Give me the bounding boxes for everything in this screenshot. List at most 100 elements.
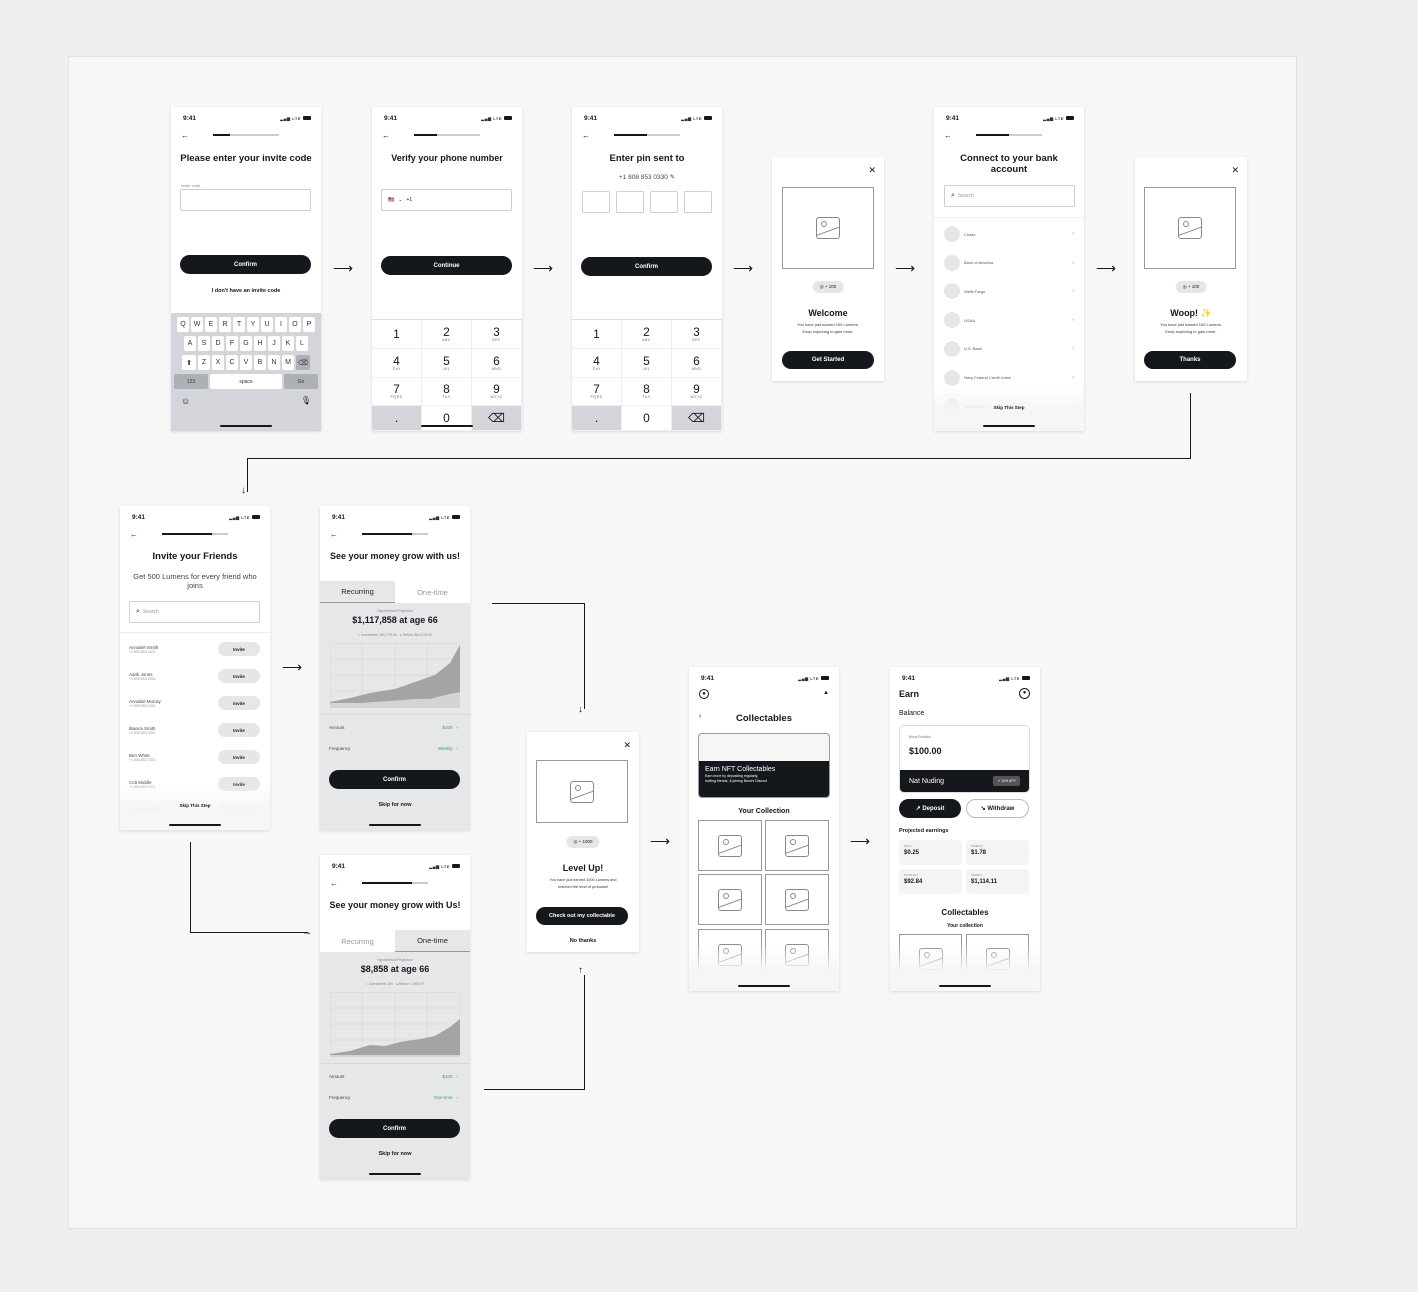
shift-key[interactable]: ⬆	[182, 355, 196, 370]
tab-one-time[interactable]: One-time	[395, 930, 470, 952]
numpad-key[interactable]: 9 WXYZ	[472, 377, 522, 407]
close-icon[interactable]: ✕	[1231, 165, 1239, 176]
numpad-key[interactable]: 8 TUV	[422, 377, 472, 407]
numpad-key[interactable]: 2 ABC	[622, 320, 672, 349]
collectable-item[interactable]	[765, 874, 829, 925]
numpad-key[interactable]: 6 MNO	[672, 348, 722, 378]
numpad-key[interactable]: 9 WXYZ	[672, 377, 722, 407]
invite-button[interactable]: Invite	[218, 750, 260, 764]
bank-list-item[interactable]: U.S. Bank ›	[944, 340, 1074, 358]
key[interactable]: K	[282, 336, 294, 351]
thanks-button[interactable]: Thanks	[1144, 351, 1236, 369]
key[interactable]: L	[296, 336, 308, 351]
frequency-row[interactable]: Frequency Weekly ›	[329, 746, 458, 751]
key[interactable]: T	[233, 317, 245, 332]
key[interactable]: I	[275, 317, 287, 332]
back-arrow-icon[interactable]: ←	[130, 530, 138, 539]
key[interactable]: A	[184, 336, 196, 351]
key[interactable]: V	[240, 355, 252, 370]
key[interactable]: X	[212, 355, 224, 370]
key[interactable]: M	[282, 355, 294, 370]
invite-button[interactable]: Invite	[218, 723, 260, 737]
key[interactable]: S	[198, 336, 210, 351]
emoji-icon[interactable]: ☺	[181, 396, 190, 406]
key[interactable]: B	[254, 355, 266, 370]
key[interactable]: Z	[198, 355, 210, 370]
continue-button[interactable]: Continue	[381, 256, 512, 275]
key-123[interactable]: 123	[174, 374, 208, 389]
amount-row[interactable]: Amount $100 ›	[329, 1074, 458, 1079]
numpad-key[interactable]: 4 GHI	[572, 348, 622, 378]
tab-recurring[interactable]: Recurring	[320, 930, 395, 952]
tab-one-time[interactable]: One-time	[395, 581, 470, 603]
close-icon[interactable]: ✕	[623, 740, 631, 751]
get-started-button[interactable]: Get Started	[782, 351, 874, 369]
key[interactable]: W	[191, 317, 203, 332]
collectable-item[interactable]	[698, 874, 762, 925]
friend-search-input[interactable]: ⌕ Search	[129, 601, 260, 623]
no-invite-code-link[interactable]: I don't have an invite code	[171, 288, 321, 294]
numpad-key[interactable]: 3 DEF	[472, 320, 522, 349]
key[interactable]: O	[289, 317, 301, 332]
numpad-key[interactable]: 8 TUV	[622, 377, 672, 407]
microphone-icon[interactable]: 🎙	[301, 396, 311, 406]
profile-avatar-icon[interactable]: ●	[699, 689, 709, 699]
pin-digit-input[interactable]	[616, 191, 644, 213]
key[interactable]: G	[240, 336, 252, 351]
invite-code-input[interactable]	[180, 189, 311, 211]
confirm-button[interactable]: Confirm	[180, 255, 311, 274]
key[interactable]: C	[226, 355, 238, 370]
confirm-button[interactable]: Confirm	[581, 257, 712, 276]
key[interactable]: U	[261, 317, 273, 332]
key[interactable]: H	[254, 336, 266, 351]
invite-button[interactable]: Invite	[218, 642, 260, 656]
space-key[interactable]: space	[210, 374, 282, 389]
pin-digit-input[interactable]	[650, 191, 678, 213]
profile-avatar-icon[interactable]: ●	[1019, 688, 1030, 699]
bank-list-item[interactable]: USAA ›	[944, 311, 1074, 329]
withdraw-button[interactable]: ↘ Withdraw	[966, 799, 1029, 818]
key[interactable]: F	[226, 336, 238, 351]
back-arrow-icon[interactable]: ←	[181, 131, 189, 140]
skip-for-now-link[interactable]: Skip for now	[320, 802, 470, 808]
numpad-key[interactable]: 5 JKL	[622, 348, 672, 378]
numpad-key[interactable]: 4 GHI	[372, 348, 422, 378]
amount-row[interactable]: Amount $100 ›	[329, 725, 458, 730]
bank-list-item[interactable]: Wells Fargo›	[944, 282, 1074, 300]
invite-button[interactable]: Invite	[218, 669, 260, 683]
numpad-key[interactable]: .	[572, 406, 622, 431]
confirm-button[interactable]: Confirm	[329, 770, 460, 789]
numpad-key[interactable]: 0	[622, 406, 672, 431]
nft-banner[interactable]: Earn NFT Collectables Earn more by depos…	[698, 733, 830, 798]
phone-number-input[interactable]: 🇺🇸 ⌄ +1	[381, 189, 512, 211]
confirm-button[interactable]: Confirm	[329, 1119, 460, 1138]
edit-pencil-icon[interactable]: ✎	[670, 174, 675, 181]
back-arrow-icon[interactable]: ←	[944, 131, 952, 140]
skip-step-link[interactable]: Skip This Step	[120, 803, 270, 808]
invite-button[interactable]: Invite	[218, 696, 260, 710]
tab-recurring[interactable]: Recurring	[320, 581, 395, 603]
backspace-key[interactable]: ⌫	[472, 406, 522, 431]
delete-key[interactable]: ⌫	[296, 355, 310, 370]
key[interactable]: R	[219, 317, 231, 332]
flag-icon[interactable]: 🇺🇸	[388, 197, 394, 203]
numpad-key[interactable]: 7 PQRS	[572, 377, 622, 407]
close-icon[interactable]: ✕	[868, 165, 876, 176]
chevron-down-icon[interactable]: ⌄	[398, 197, 402, 203]
key[interactable]: J	[268, 336, 280, 351]
deposit-button[interactable]: ↗ Deposit	[899, 799, 961, 818]
notification-bell-icon[interactable]: ▲	[823, 690, 829, 696]
numpad-key[interactable]: 0	[422, 406, 472, 431]
collectable-item[interactable]	[698, 820, 762, 871]
pin-digit-input[interactable]	[582, 191, 610, 213]
pin-digit-input[interactable]	[684, 191, 712, 213]
numpad-key[interactable]: 5 JKL	[422, 348, 472, 378]
back-arrow-icon[interactable]: ←	[582, 131, 590, 140]
key[interactable]: E	[205, 317, 217, 332]
bank-list-item[interactable]: Chase ›	[944, 225, 1074, 243]
balance-card[interactable]: Burst Portfolio $100.00 Nat Nuding ↗ 10%…	[899, 725, 1030, 793]
check-collectable-button[interactable]: Check out my collectable	[536, 907, 628, 925]
skip-step-link[interactable]: Skip This Step	[934, 405, 1084, 410]
numpad-key[interactable]: 2 ABC	[422, 320, 472, 349]
bank-search-input[interactable]: ⌕ Search	[944, 185, 1075, 207]
